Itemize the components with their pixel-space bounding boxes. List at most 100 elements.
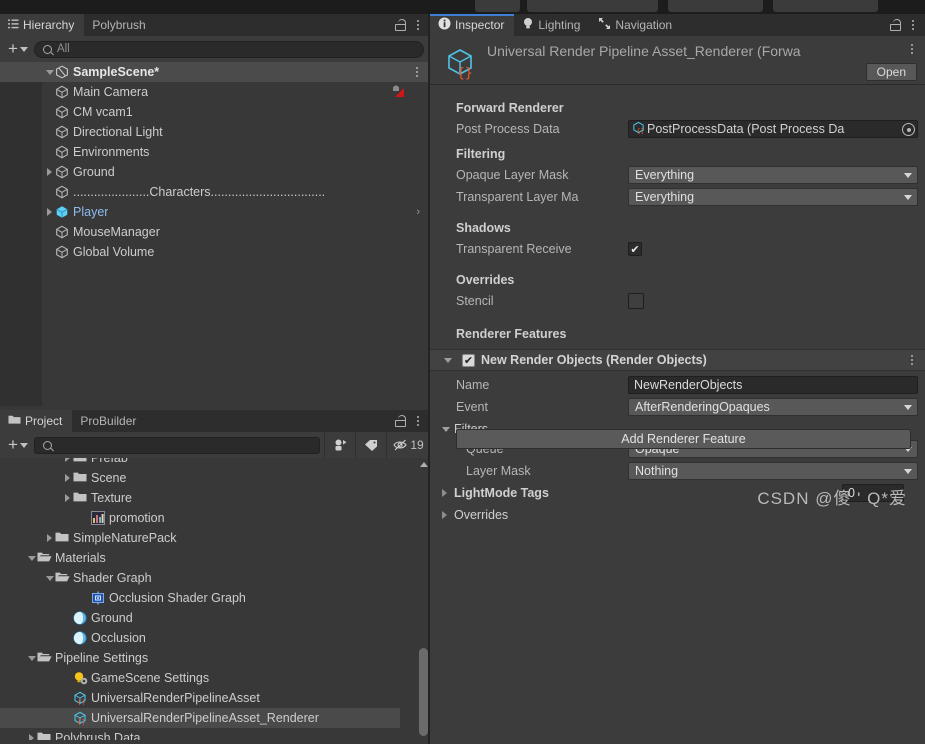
project-item-label: Polybrush Data	[55, 731, 141, 740]
renderer-feature-header[interactable]: ✔ New Render Objects (Render Objects)	[430, 349, 925, 371]
hierarchy-scene-row[interactable]: SampleScene*	[0, 62, 430, 82]
project-item-pipeline-settings[interactable]: Pipeline Settings	[0, 648, 430, 668]
project-item-universalrenderpipelineasset[interactable]: {} UniversalRenderPipelineAsset	[0, 688, 430, 708]
project-item-universalrenderpipelineasset-renderer[interactable]: {} UniversalRenderPipelineAsset_Renderer	[0, 708, 400, 728]
tab-navigation[interactable]: Navigation	[590, 14, 682, 36]
open-button[interactable]: Open	[865, 63, 917, 81]
project-rows: Prefab Scene Texture promotion SimpleNatureP…	[0, 458, 430, 740]
object-picker-icon[interactable]	[902, 123, 915, 136]
inspector-menu-icon[interactable]	[908, 20, 918, 30]
project-lock-icon[interactable]	[395, 415, 406, 427]
add-gameobject-button[interactable]: +	[6, 40, 30, 57]
lock-icon[interactable]	[395, 19, 406, 31]
lightmode-tags-expand-triangle[interactable]	[442, 489, 454, 497]
scene-expand-triangle[interactable]	[44, 69, 55, 75]
expand-triangle[interactable]	[62, 494, 73, 502]
chevron-down-icon	[904, 404, 912, 410]
project-item-promotion[interactable]: promotion	[0, 508, 430, 528]
feature-name-input[interactable]: NewRenderObjects	[628, 376, 918, 394]
layer-mask-label: Layer Mask	[466, 464, 531, 478]
expand-triangle[interactable]	[44, 575, 55, 581]
toolbar-layers-button[interactable]	[668, 0, 763, 12]
project-item-prefab[interactable]: Prefab	[0, 458, 430, 468]
project-item-polybrush-data[interactable]: Polybrush Data	[0, 728, 430, 740]
expand-triangle[interactable]	[62, 474, 73, 482]
post-process-data-field[interactable]: {} PostProcessData (Post Process Da	[628, 120, 918, 138]
tab-lighting[interactable]: Lighting	[514, 14, 590, 36]
opaque-layer-mask-label: Opaque Layer Mask	[456, 168, 569, 182]
scroll-up-arrow-icon[interactable]	[420, 462, 428, 467]
toolbar-button-1[interactable]	[475, 0, 520, 12]
hidden-assets-count[interactable]: 19	[386, 432, 430, 458]
inspector-asset-menu-icon[interactable]	[907, 44, 917, 54]
project-toolbar: + 19	[0, 432, 430, 458]
feature-enabled-checkbox[interactable]: ✔	[462, 353, 475, 367]
tab-polybrush[interactable]: Polybrush	[84, 14, 155, 36]
project-item-materials[interactable]: Materials	[0, 548, 430, 568]
toolbar-layout-button[interactable]	[773, 0, 878, 12]
expand-triangle[interactable]	[44, 534, 55, 542]
project-item-ground[interactable]: Ground	[0, 608, 430, 628]
hierarchy-item-label: CM vcam1	[73, 105, 133, 119]
hierarchy-item-characters[interactable]: ......................Characters........…	[0, 182, 430, 202]
feature-expand-triangle[interactable]	[444, 357, 456, 363]
inspector-asset-header: {} Universal Render Pipeline Asset_Rende…	[430, 36, 925, 84]
create-asset-button[interactable]: +	[6, 436, 30, 453]
opaque-layer-mask-dropdown[interactable]: Everything	[628, 166, 918, 184]
project-item-occlusion-shader-graph[interactable]: Occlusion Shader Graph	[0, 588, 430, 608]
prefab-open-chevron-icon[interactable]: ›	[416, 206, 420, 218]
project-item-simplenaturepack[interactable]: SimpleNaturePack	[0, 528, 430, 548]
hierarchy-item-environments[interactable]: Environments	[0, 142, 430, 162]
expand-triangle[interactable]	[26, 734, 37, 740]
lightsettings-icon	[73, 671, 88, 685]
tab-project[interactable]: Project	[0, 410, 73, 432]
project-scrollbar-thumb[interactable]	[419, 648, 428, 736]
expand-triangle[interactable]	[62, 458, 73, 462]
feature-menu-icon[interactable]	[907, 355, 917, 365]
layer-mask-dropdown[interactable]: Nothing	[628, 462, 918, 480]
tab-navigation-label: Navigation	[615, 18, 673, 32]
field-transparent-layer-mask: Transparent Layer Ma Everything	[430, 187, 925, 207]
filter-by-type-button[interactable]	[324, 432, 355, 458]
expand-triangle[interactable]	[26, 655, 37, 661]
hierarchy-item-mousemanager[interactable]: MouseManager	[0, 222, 430, 242]
tab-probuilder[interactable]: ProBuilder	[72, 410, 146, 432]
hierarchy-search-input[interactable]: All	[33, 40, 424, 58]
toolbar-account-button[interactable]	[558, 0, 658, 12]
add-renderer-feature-button[interactable]: Add Renderer Feature	[456, 429, 911, 449]
navigation-icon	[598, 17, 611, 33]
hierarchy-item-cm-vcam1[interactable]: CM vcam1	[0, 102, 430, 122]
project-item-scene[interactable]: Scene	[0, 468, 430, 488]
tab-inspector[interactable]: Inspector	[430, 14, 515, 36]
hierarchy-item-ground[interactable]: Ground	[0, 162, 430, 182]
tab-hierarchy-label: Hierarchy	[23, 18, 75, 32]
scene-menu-icon[interactable]	[412, 67, 422, 77]
expand-triangle[interactable]	[26, 555, 37, 561]
project-item-texture[interactable]: Texture	[0, 488, 430, 508]
hierarchy-item-main-camera[interactable]: Main Camera	[0, 82, 430, 102]
light-icon	[522, 17, 534, 33]
feature-title-label: New Render Objects (Render Objects)	[481, 353, 707, 367]
project-search-input[interactable]	[33, 436, 320, 454]
filter-by-label-button[interactable]	[355, 432, 386, 458]
tab-hierarchy[interactable]: Hierarchy	[0, 14, 85, 36]
expand-triangle[interactable]	[44, 168, 55, 176]
project-item-gamescene-settings[interactable]: GameScene Settings	[0, 668, 430, 688]
hierarchy-item-directional-light[interactable]: Directional Light	[0, 122, 430, 142]
hierarchy-menu-icon[interactable]	[413, 20, 423, 30]
hierarchy-item-player[interactable]: Player ›	[0, 202, 430, 222]
project-item-occlusion[interactable]: Occlusion	[0, 628, 430, 648]
transparent-layer-mask-dropdown[interactable]: Everything	[628, 188, 918, 206]
transparent-receive-checkbox[interactable]: ✔	[628, 242, 642, 256]
hierarchy-item-global-volume[interactable]: Global Volume	[0, 242, 430, 262]
stencil-checkbox[interactable]	[628, 293, 644, 309]
filters-expand-triangle[interactable]	[442, 426, 454, 432]
post-process-data-label: Post Process Data	[456, 122, 560, 136]
feature-event-dropdown[interactable]: AfterRenderingOpaques	[628, 398, 918, 416]
inspector-lock-icon[interactable]	[890, 19, 901, 31]
expand-triangle[interactable]	[44, 208, 55, 216]
feature-overrides-expand-triangle[interactable]	[442, 511, 454, 519]
project-item-shader-graph[interactable]: Shader Graph	[0, 568, 430, 588]
project-menu-icon[interactable]	[413, 416, 423, 426]
tab-polybrush-label: Polybrush	[92, 18, 146, 32]
